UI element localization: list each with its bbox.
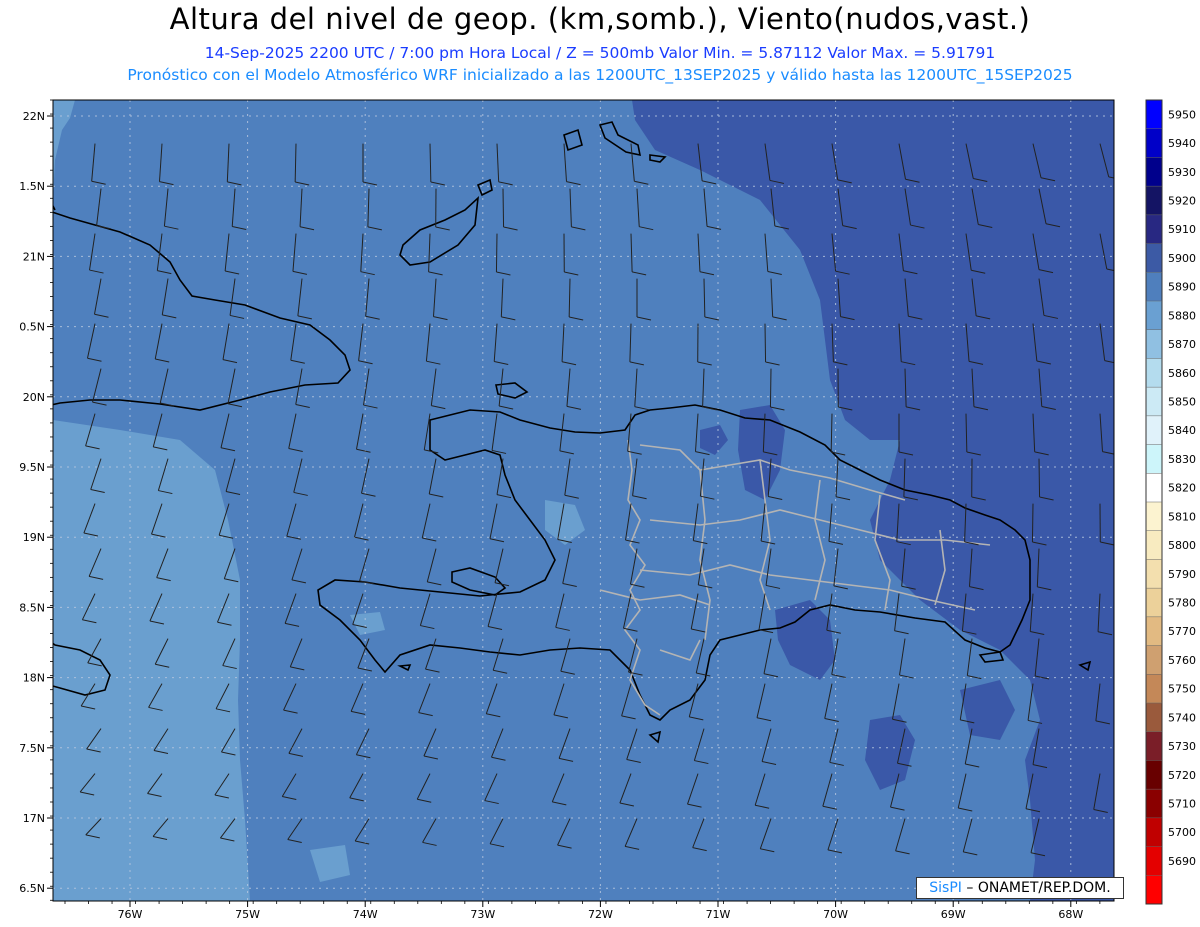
lon-label: 75W <box>235 908 260 921</box>
lat-label: 8.5N <box>19 601 45 614</box>
lon-label: 72W <box>588 908 613 921</box>
colorbar-swatch <box>1146 588 1162 618</box>
map-field <box>53 100 1114 901</box>
colorbar-swatch <box>1146 272 1162 302</box>
colorbar-swatch <box>1146 674 1162 704</box>
colorbar-label: 5710 <box>1168 798 1196 811</box>
colorbar-swatch <box>1146 789 1162 819</box>
lat-label: 0.5N <box>19 321 45 334</box>
colorbar-label: 5770 <box>1168 625 1196 638</box>
credit-badge: SisPI – ONAMET/REP.DOM. <box>916 877 1124 899</box>
colorbar-swatch <box>1146 559 1162 589</box>
colorbar-swatch <box>1146 616 1162 647</box>
colorbar-label: 5810 <box>1168 510 1196 523</box>
lon-label: 69W <box>941 908 966 921</box>
colorbar-swatch <box>1146 530 1162 560</box>
lon-label: 74W <box>353 908 378 921</box>
colorbar-swatch <box>1146 329 1162 359</box>
colorbar-label: 5930 <box>1168 166 1196 179</box>
colorbar-swatch <box>1146 128 1162 158</box>
colorbar-swatch <box>1146 760 1162 790</box>
colorbar-label: 5740 <box>1168 711 1196 724</box>
colorbar-label: 5890 <box>1168 281 1196 294</box>
colorbar-swatch <box>1146 473 1162 503</box>
colorbar-label: 5850 <box>1168 396 1196 409</box>
colorbar-label: 5690 <box>1168 855 1196 868</box>
colorbar-swatch <box>1146 301 1162 331</box>
colorbar-swatch <box>1146 214 1162 245</box>
colorbar-label: 5760 <box>1168 654 1196 667</box>
colorbar-swatch <box>1146 100 1162 130</box>
lon-label: 68W <box>1058 908 1083 921</box>
cuba-coast-cap <box>53 204 56 211</box>
lat-label: 22N <box>23 110 45 123</box>
geopotential-map: 22N 1.5N 21N 0.5N 20N 9.5N 19N 8.5N 18N 7.5N 17N 6.… <box>19 99 1196 921</box>
latitude-labels: 22N 1.5N 21N 0.5N 20N 9.5N 19N 8.5N 18N 7.5N 17N 6.… <box>19 99 53 901</box>
colorbar-label: 5820 <box>1168 482 1196 495</box>
colorbar-label: 5720 <box>1168 769 1196 782</box>
colorbar-label: 5730 <box>1168 740 1196 753</box>
colorbar-swatch <box>1146 502 1162 532</box>
colorbar-label: 5860 <box>1168 367 1196 380</box>
colorbar-swatch <box>1146 243 1162 273</box>
colorbar-label: 5790 <box>1168 568 1196 581</box>
colorbar-label: 5940 <box>1168 137 1196 150</box>
credit-brand: SisPI <box>929 880 962 896</box>
colorbar-label: 5700 <box>1168 826 1196 839</box>
colorbar-label: 5830 <box>1168 453 1196 466</box>
colorbar-swatch <box>1146 387 1162 417</box>
colorbar-swatch <box>1146 731 1162 761</box>
colorbar-label: 5950 <box>1168 108 1196 121</box>
lat-label: 9.5N <box>19 461 45 474</box>
colorbar: 5950 5940 5930 5920 5910 5900 5890 5880 5870 5860… <box>1145 99 1196 905</box>
colorbar-swatch <box>1146 157 1162 187</box>
lat-label: 1.5N <box>19 180 45 193</box>
lat-label: 21N <box>23 250 45 263</box>
lon-label: 73W <box>470 908 495 921</box>
colorbar-label: 5880 <box>1168 309 1196 322</box>
colorbar-swatch <box>1146 645 1162 675</box>
colorbar-label: 5750 <box>1168 683 1196 696</box>
colorbar-label: 5900 <box>1168 252 1196 265</box>
lon-label: 76W <box>118 908 143 921</box>
colorbar-swatch <box>1146 846 1162 876</box>
colorbar-swatch <box>1146 703 1162 733</box>
lat-label: 17N <box>23 812 45 825</box>
colorbar-label: 5920 <box>1168 195 1196 208</box>
lon-label: 70W <box>823 908 848 921</box>
colorbar-label: 5800 <box>1168 539 1196 552</box>
lat-label: 19N <box>23 531 45 544</box>
colorbar-label: 5870 <box>1168 338 1196 351</box>
lat-label: 6.5N <box>19 882 45 895</box>
colorbar-swatch <box>1146 817 1162 848</box>
colorbar-swatch <box>1146 444 1162 474</box>
colorbar-label: 5910 <box>1168 223 1196 236</box>
longitude-labels: 76W 75W 74W 73W 72W 71W 70W 69W 68W <box>64 901 1101 921</box>
colorbar-swatch <box>1146 358 1162 388</box>
lat-label: 7.5N <box>19 742 45 755</box>
colorbar-label: 5780 <box>1168 597 1196 610</box>
colorbar-swatch <box>1146 875 1162 905</box>
lat-label: 20N <box>23 391 45 404</box>
credit-text: – ONAMET/REP.DOM. <box>961 880 1111 896</box>
lon-label: 71W <box>706 908 731 921</box>
colorbar-label: 5840 <box>1168 424 1196 437</box>
colorbar-swatch <box>1146 415 1162 446</box>
lat-label: 18N <box>23 672 45 685</box>
colorbar-swatch <box>1146 186 1162 216</box>
